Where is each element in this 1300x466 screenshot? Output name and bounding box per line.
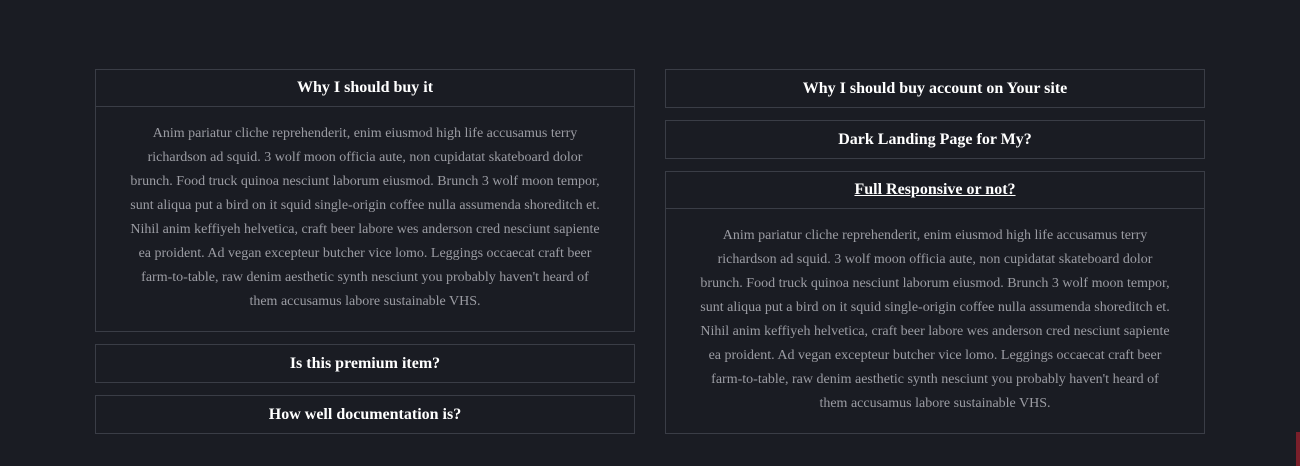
accordion-body-why-buy: Anim pariatur cliche reprehenderit, enim… (130, 126, 600, 309)
accordion-header-premium[interactable]: Is this premium item? (96, 345, 634, 382)
accordion-header-responsive[interactable]: Full Responsive or not? (666, 172, 1204, 209)
accordion-item-responsive: Full Responsive or not? Anim pariatur cl… (665, 171, 1205, 434)
accordion-header-buy-account[interactable]: Why I should buy account on Your site (666, 70, 1204, 107)
accordion-item-dark-landing: Dark Landing Page for My? (665, 120, 1205, 159)
faq-accordion-right: Why I should buy account on Your site Da… (665, 69, 1205, 446)
accordion-header-dark-landing[interactable]: Dark Landing Page for My? (666, 121, 1204, 158)
accordion-header-documentation[interactable]: How well documentation is? (96, 396, 634, 433)
accordion-item-documentation: How well documentation is? (95, 395, 635, 434)
accordion-header-why-buy[interactable]: Why I should buy it (96, 70, 634, 107)
accordion-item-premium: Is this premium item? (95, 344, 635, 383)
faq-accordion-left: Why I should buy it Anim pariatur cliche… (95, 69, 635, 446)
accordion-item-why-buy: Why I should buy it Anim pariatur cliche… (95, 69, 635, 332)
accordion-body-responsive: Anim pariatur cliche reprehenderit, enim… (700, 228, 1170, 411)
scroll-to-top-handle[interactable] (1296, 432, 1300, 466)
accordion-item-buy-account: Why I should buy account on Your site (665, 69, 1205, 108)
